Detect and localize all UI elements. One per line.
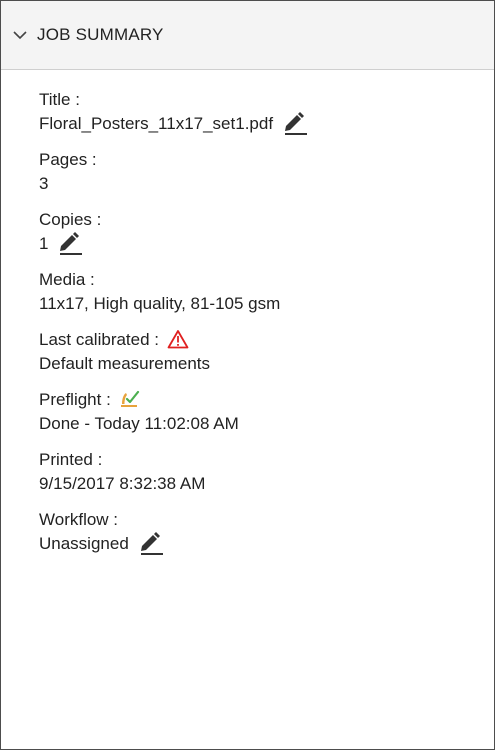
pages-value: 3 <box>39 174 49 193</box>
workflow-label: Workflow : <box>39 509 119 529</box>
pages-value-row: 3 <box>39 171 494 197</box>
last-calibrated-value-row: Default measurements <box>39 351 494 377</box>
media-value-row: 11x17, High quality, 81-105 gsm <box>39 291 494 317</box>
workflow-value: Unassigned <box>39 534 129 553</box>
last-calibrated-label-row: Last calibrated : <box>39 327 494 351</box>
last-calibrated-label: Last calibrated : <box>39 329 160 349</box>
pages-label: Pages : <box>39 149 97 169</box>
preflight-field: Preflight : Done - Today 11:02:08 AM <box>39 387 494 437</box>
edit-copies-pencil-icon[interactable] <box>54 232 84 256</box>
copies-field: Copies : 1 <box>39 207 494 257</box>
copies-label: Copies : <box>39 209 102 229</box>
printed-value-row: 9/15/2017 8:32:38 AM <box>39 471 494 497</box>
last-calibrated-value: Default measurements <box>39 354 211 373</box>
preflight-label-row: Preflight : <box>39 387 494 411</box>
title-field: Title : Floral_Posters_11x17_set1.pdf <box>39 87 494 137</box>
printed-label: Printed : <box>39 449 103 469</box>
preflight-checkmark-icon[interactable] <box>119 389 141 409</box>
workflow-value-row: Unassigned <box>39 531 494 557</box>
workflow-field: Workflow : Unassigned <box>39 507 494 557</box>
media-label: Media : <box>39 269 95 289</box>
edit-workflow-pencil-icon[interactable] <box>135 532 165 556</box>
header-title: JOB SUMMARY <box>37 25 164 44</box>
copies-value: 1 <box>39 234 49 253</box>
edit-title-pencil-icon[interactable] <box>279 112 309 136</box>
preflight-value: Done - Today 11:02:08 AM <box>39 414 239 433</box>
pages-field: Pages : 3 <box>39 147 494 197</box>
warning-triangle-icon[interactable] <box>167 329 189 349</box>
printed-value: 9/15/2017 8:32:38 AM <box>39 474 206 493</box>
title-value: Floral_Posters_11x17_set1.pdf <box>39 114 274 133</box>
preflight-value-row: Done - Today 11:02:08 AM <box>39 411 494 437</box>
job-summary-panel: JOB SUMMARY Title : Floral_Posters_11x17… <box>0 0 495 750</box>
title-label: Title : <box>39 89 80 109</box>
preflight-label: Preflight : <box>39 389 111 409</box>
printed-field: Printed : 9/15/2017 8:32:38 AM <box>39 447 494 497</box>
media-field: Media : 11x17, High quality, 81-105 gsm <box>39 267 494 317</box>
title-value-row: Floral_Posters_11x17_set1.pdf <box>39 111 494 137</box>
copies-value-row: 1 <box>39 231 494 257</box>
media-value: 11x17, High quality, 81-105 gsm <box>39 294 281 313</box>
chevron-down-icon[interactable] <box>12 29 28 41</box>
job-summary-body: Title : Floral_Posters_11x17_set1.pdf Pa… <box>1 70 494 557</box>
last-calibrated-field: Last calibrated : Default measurements <box>39 327 494 377</box>
job-summary-header[interactable]: JOB SUMMARY <box>1 1 494 70</box>
